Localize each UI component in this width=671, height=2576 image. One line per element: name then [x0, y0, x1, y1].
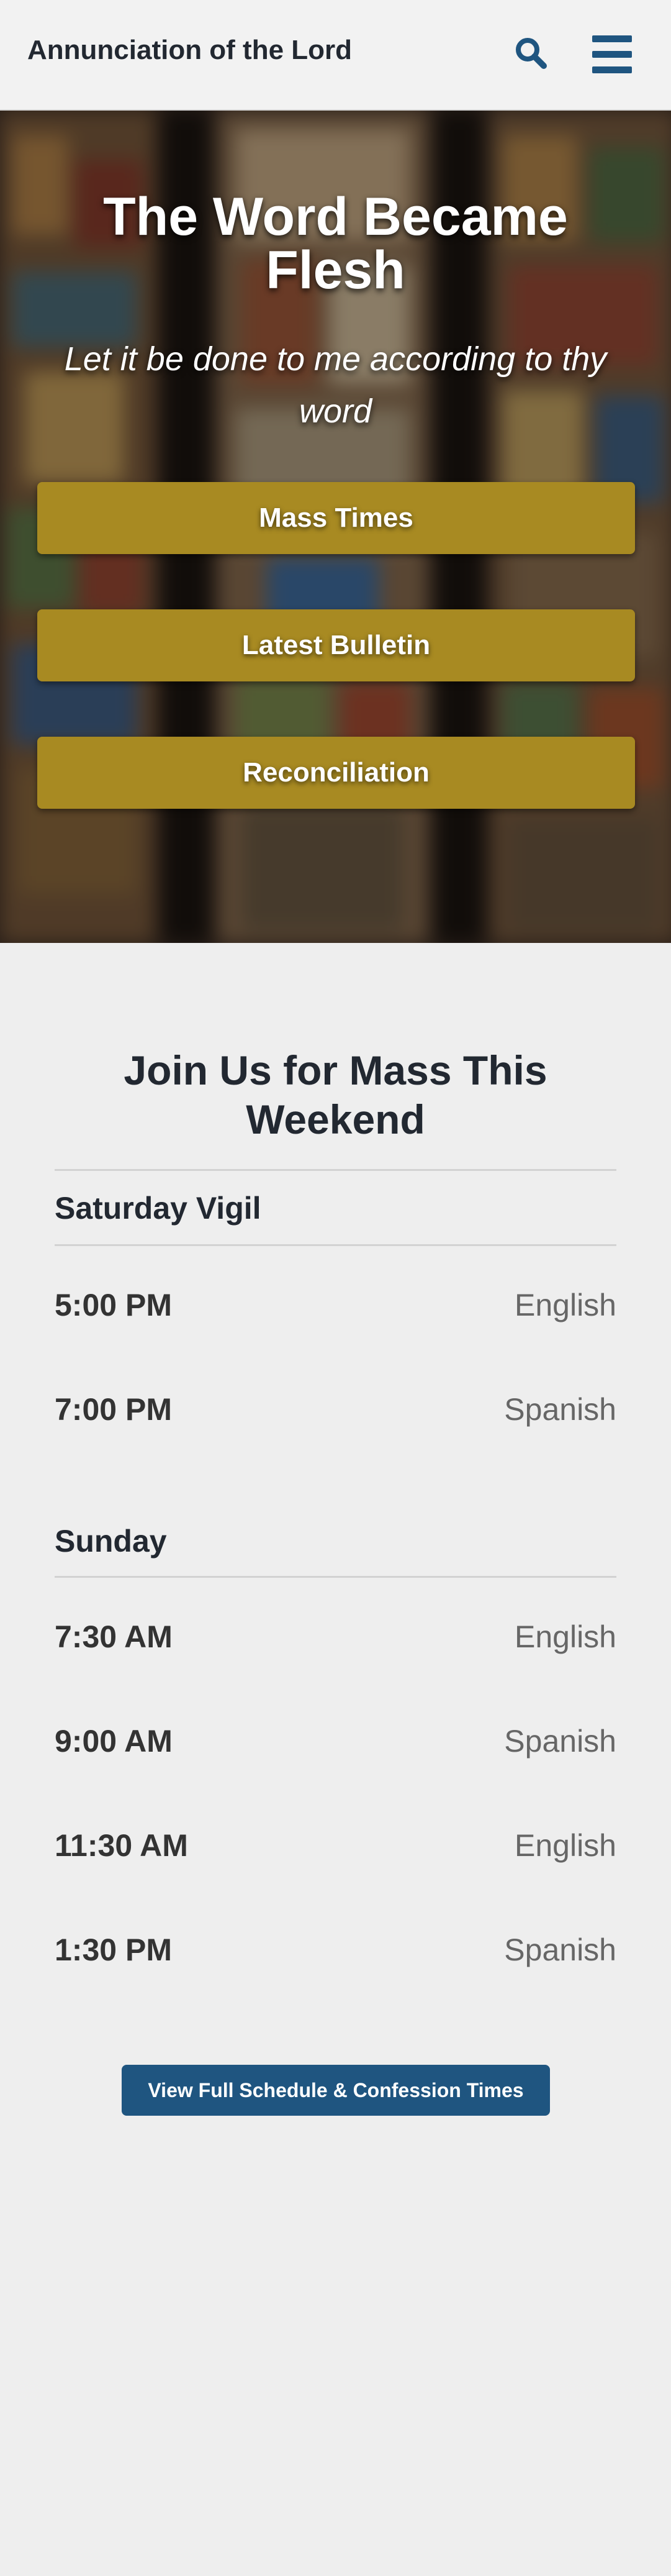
search-button[interactable] — [511, 34, 551, 73]
mass-language: Spanish — [504, 1724, 616, 1759]
site-header: Annunciation of the Lord — [0, 0, 671, 111]
search-icon — [516, 38, 547, 69]
divider — [55, 1169, 616, 1171]
mass-time: 7:30 AM — [55, 1619, 173, 1654]
group-heading-sunday: Sunday — [55, 1524, 167, 1559]
mass-language: English — [515, 1828, 616, 1863]
menu-button[interactable] — [590, 32, 634, 76]
mass-time: 7:00 PM — [55, 1392, 172, 1427]
mass-time-row: 11:30 AM English — [55, 1827, 616, 1871]
mass-times-button[interactable]: Mass Times — [37, 482, 635, 554]
mass-language: Spanish — [504, 1932, 616, 1967]
view-full-schedule-button[interactable]: View Full Schedule & Confession Times — [122, 2065, 550, 2116]
divider — [55, 1576, 616, 1578]
mass-language: English — [515, 1288, 616, 1322]
divider — [55, 1244, 616, 1246]
mass-language: English — [515, 1619, 616, 1654]
mass-time: 1:30 PM — [55, 1932, 172, 1967]
site-title[interactable]: Annunciation of the Lord — [27, 35, 352, 66]
mass-time: 9:00 AM — [55, 1724, 173, 1759]
hero-section: The Word Became Flesh Let it be done to … — [0, 111, 671, 943]
mass-time: 5:00 PM — [55, 1288, 172, 1322]
hero-title: The Word Became Flesh — [103, 187, 568, 300]
latest-bulletin-button[interactable]: Latest Bulletin — [37, 609, 635, 681]
mass-time-row: 7:30 AM English — [55, 1619, 616, 1662]
mass-time-row: 1:30 PM Spanish — [55, 1932, 616, 1975]
mass-time-row: 9:00 AM Spanish — [55, 1723, 616, 1767]
mass-time-row: 5:00 PM English — [55, 1287, 616, 1331]
mass-time: 11:30 AM — [55, 1828, 188, 1863]
mass-time-row: 7:00 PM Spanish — [55, 1391, 616, 1435]
hamburger-menu-icon — [592, 35, 632, 73]
group-heading-saturday-vigil: Saturday Vigil — [55, 1191, 261, 1226]
mass-language: Spanish — [504, 1392, 616, 1427]
mass-section-title: Join Us for Mass This Weekend — [124, 1047, 547, 1142]
hero-subtitle: Let it be done to me according to thy wo… — [64, 340, 607, 430]
reconciliation-button[interactable]: Reconciliation — [37, 737, 635, 809]
